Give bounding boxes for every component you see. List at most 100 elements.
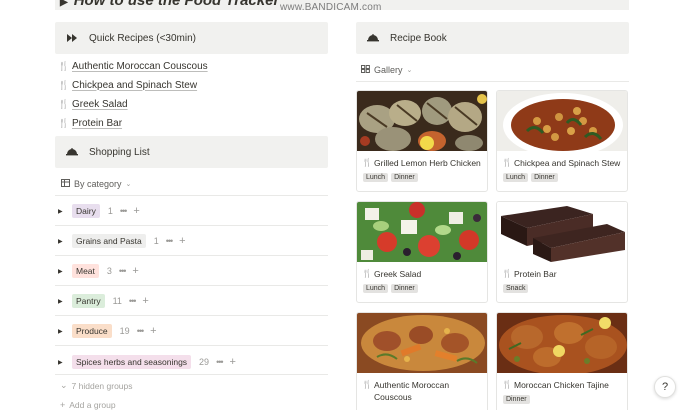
recipe-book-header[interactable]: Recipe Book	[356, 22, 629, 54]
group-divider	[55, 225, 328, 226]
quick-recipes-header[interactable]: Quick Recipes (<30min)	[55, 22, 328, 54]
more-options-icon[interactable]: •••	[137, 326, 145, 336]
serving-dish-icon	[63, 148, 81, 156]
recipe-card[interactable]: 🍴 Grilled Lemon Herb Chicken Lunch Dinne…	[356, 90, 488, 192]
fork-knife-icon: 🍴	[362, 158, 372, 167]
recipe-photo-couscous	[357, 313, 487, 373]
add-group-label: Add a group	[69, 400, 116, 410]
plus-icon: +	[60, 400, 66, 410]
group-dairy[interactable]: ▶ Dairy 1 ••• +	[58, 202, 140, 220]
recipe-card[interactable]: 🍴 Greek Salad Lunch Dinner	[356, 201, 488, 303]
more-options-icon[interactable]: •••	[216, 357, 224, 367]
recipe-tags: Lunch Dinner	[497, 169, 627, 182]
group-count: 1	[153, 236, 159, 246]
meal-tag: Dinner	[391, 173, 418, 182]
add-group-button[interactable]: + Add a group	[60, 400, 116, 410]
view-label: By category	[74, 179, 122, 189]
group-tag: Pantry	[72, 294, 105, 308]
expand-arrow-icon[interactable]: ▶	[58, 208, 72, 215]
add-item-icon[interactable]: +	[179, 235, 185, 247]
page-heading[interactable]: ▶ How to use the Food Tracker	[60, 0, 279, 9]
expand-arrow-icon[interactable]: ▶	[58, 268, 72, 275]
meal-tag: Snack	[503, 284, 529, 293]
more-options-icon[interactable]: •••	[120, 206, 128, 216]
recipe-card[interactable]: 🍴 Moroccan Chicken Tajine Dinner	[496, 312, 628, 410]
add-item-icon[interactable]: +	[133, 205, 139, 217]
recipe-book-title: Recipe Book	[390, 32, 447, 44]
expand-arrow-icon[interactable]: ▶	[58, 238, 72, 245]
group-tag: Produce	[72, 324, 112, 338]
quick-recipe-label: Authentic Moroccan Couscous	[72, 60, 208, 72]
group-produce[interactable]: ▶ Produce 19 ••• +	[58, 322, 157, 340]
more-options-icon[interactable]: •••	[129, 296, 137, 306]
fork-knife-icon: 🍴	[502, 380, 512, 389]
fork-knife-icon: 🍴	[362, 380, 372, 389]
group-count: 11	[112, 296, 122, 306]
group-meat[interactable]: ▶ Meat 3 ••• +	[58, 262, 139, 280]
expand-arrow-icon[interactable]: ▶	[58, 328, 72, 335]
add-item-icon[interactable]: +	[142, 295, 148, 307]
fork-knife-icon: 🍴	[362, 269, 372, 278]
group-tag: Meat	[72, 264, 99, 278]
gallery-grid-icon	[361, 65, 370, 75]
gallery-view-tab[interactable]: Gallery ⌄	[361, 65, 412, 75]
group-count: 1	[107, 206, 113, 216]
quick-recipe-label: Protein Bar	[72, 117, 123, 129]
group-divider	[55, 374, 328, 375]
by-category-view-tab[interactable]: By category ⌄	[61, 179, 131, 189]
group-count: 29	[199, 357, 210, 367]
chevron-down-icon: ⌄	[60, 380, 68, 390]
expand-arrow-icon[interactable]: ▶	[58, 359, 72, 366]
recipe-card[interactable]: 🍴 Protein Bar Snack	[496, 201, 628, 303]
meal-tag: Dinner	[531, 173, 558, 182]
group-divider	[55, 255, 328, 256]
recipe-title: Grilled Lemon Herb Chicken	[374, 158, 481, 168]
recipe-card[interactable]: 🍴 Authentic Moroccan Couscous	[356, 312, 488, 410]
meal-tag: Lunch	[503, 173, 529, 182]
fork-knife-icon: 🍴	[58, 98, 70, 109]
recipe-card-title: 🍴 Protein Bar	[497, 262, 627, 280]
recipe-photo-grilled-chicken	[357, 91, 487, 151]
hidden-groups-toggle[interactable]: ⌄ 7 hidden groups	[60, 380, 133, 391]
expand-arrow-icon[interactable]: ▶	[58, 298, 72, 305]
view-divider	[55, 195, 328, 196]
quick-recipe-link[interactable]: 🍴 Chickpea and Spinach Stew	[58, 77, 197, 93]
recipe-photo-greek-salad	[357, 202, 487, 262]
add-item-icon[interactable]: +	[132, 265, 138, 277]
recipe-card-title: 🍴 Moroccan Chicken Tajine	[497, 373, 627, 391]
quick-recipe-link[interactable]: 🍴 Authentic Moroccan Couscous	[58, 58, 208, 74]
quick-recipe-link[interactable]: 🍴 Protein Bar	[58, 115, 122, 131]
recipe-card-title: 🍴 Grilled Lemon Herb Chicken	[357, 151, 487, 169]
fork-knife-icon: 🍴	[58, 117, 70, 128]
help-button[interactable]: ?	[654, 376, 676, 398]
quick-recipes-title: Quick Recipes (<30min)	[89, 32, 196, 44]
recipe-photo-protein-bar	[497, 202, 627, 262]
group-spices[interactable]: ▶ Spices herbs and seasonings 29 ••• +	[58, 353, 236, 371]
fork-knife-icon: 🍴	[502, 269, 512, 278]
recipe-title: Chickpea and Spinach Stew	[514, 158, 621, 168]
recipe-title: Protein Bar	[514, 269, 557, 279]
add-item-icon[interactable]: +	[150, 325, 156, 337]
recipe-card-title: 🍴 Chickpea and Spinach Stew	[497, 151, 627, 169]
recipe-title: Greek Salad	[374, 269, 422, 279]
group-divider	[55, 315, 328, 316]
meal-tag: Lunch	[363, 284, 389, 293]
chevron-down-icon: ⌄	[406, 67, 413, 74]
quick-recipe-link[interactable]: 🍴 Greek Salad	[58, 96, 128, 112]
group-tag: Grains and Pasta	[72, 234, 146, 248]
shopping-list-header[interactable]: Shopping List	[55, 136, 328, 168]
more-options-icon[interactable]: •••	[166, 236, 174, 246]
recipe-tags: Dinner	[497, 391, 627, 404]
chevron-down-icon: ⌄	[125, 181, 132, 188]
toggle-arrow-icon[interactable]: ▶	[60, 0, 68, 8]
more-options-icon[interactable]: •••	[119, 266, 127, 276]
recipe-card[interactable]: 🍴 Chickpea and Spinach Stew Lunch Dinner	[496, 90, 628, 192]
hidden-groups-label: 7 hidden groups	[71, 380, 133, 391]
group-grains-and-pasta[interactable]: ▶ Grains and Pasta 1 ••• +	[58, 232, 186, 250]
group-pantry[interactable]: ▶ Pantry 11 ••• +	[58, 292, 149, 310]
group-tag: Dairy	[72, 204, 100, 218]
group-divider	[55, 285, 328, 286]
add-item-icon[interactable]: +	[230, 356, 236, 368]
group-tag: Spices herbs and seasonings	[72, 355, 192, 369]
recipe-tags: Lunch Dinner	[357, 169, 487, 182]
